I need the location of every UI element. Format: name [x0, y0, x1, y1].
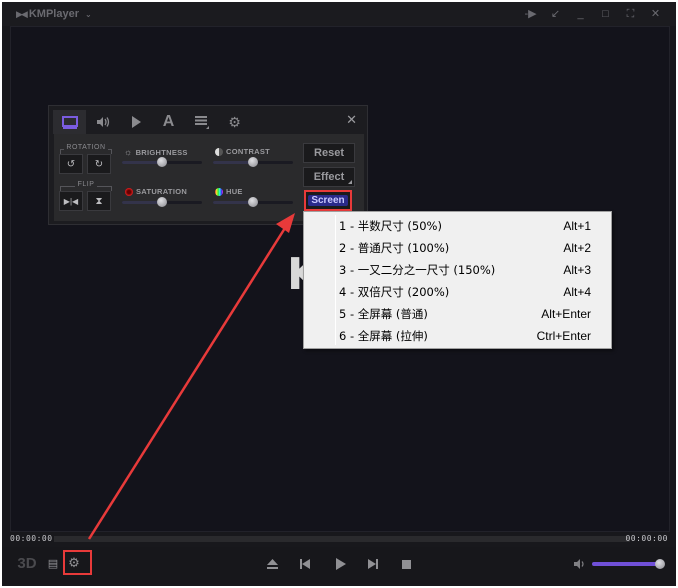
- rotate-ccw-icon: ↺: [66, 158, 76, 170]
- tab-screen[interactable]: [53, 110, 86, 134]
- total-time: 00:00:00: [625, 534, 668, 543]
- app-title: KMPlayer: [28, 8, 79, 20]
- hue-slider-fill: [213, 201, 253, 204]
- stop-button[interactable]: [398, 556, 414, 572]
- play-icon: [336, 558, 346, 570]
- saturation-slider-knob[interactable]: [157, 197, 167, 207]
- rotate-ccw-button[interactable]: ↺: [59, 154, 83, 174]
- contrast-label: CONTRAST: [215, 147, 270, 156]
- seek-row: 00:00:00 00:00:00: [2, 532, 676, 546]
- screen-button[interactable]: Screen: [304, 190, 352, 211]
- minimize-icon: _: [577, 8, 584, 20]
- title-bar[interactable]: ▶◀ KMPlayer ⌄ -▶ ↙ _ □ ⛶ ✕: [2, 2, 676, 26]
- play-button[interactable]: [332, 555, 350, 573]
- saturation-icon: [125, 187, 133, 196]
- pin-icon: -▶: [524, 8, 537, 20]
- close-icon: ✕: [650, 8, 661, 20]
- gear-icon: ⚙: [228, 113, 241, 130]
- flip-vertical-icon: ⧗: [95, 195, 103, 207]
- fullscreen-button[interactable]: ⛶: [618, 6, 643, 22]
- previous-button[interactable]: [297, 556, 313, 572]
- flip-horizontal-icon: ▶|◀: [63, 196, 79, 206]
- fullscreen-icon: ⛶: [626, 8, 635, 20]
- brightness-slider-knob[interactable]: [157, 157, 167, 167]
- maximize-icon: □: [602, 8, 609, 20]
- menu-item-fullscreen-stretch[interactable]: 6 - 全屏幕 (拉伸) Ctrl+Enter: [304, 325, 611, 347]
- volume-slider-knob[interactable]: [655, 559, 665, 569]
- seek-bar[interactable]: [54, 536, 630, 542]
- contrast-slider[interactable]: [213, 157, 293, 167]
- menu-item-double-size[interactable]: 4 - 双倍尺寸 (200%) Alt+4: [304, 281, 611, 303]
- hue-slider-knob[interactable]: [248, 197, 258, 207]
- arrow-down-left-icon: ↙: [550, 8, 561, 20]
- tab-playlist[interactable]: [185, 110, 218, 134]
- eject-button[interactable]: [264, 556, 280, 572]
- play-icon: [131, 116, 141, 128]
- tab-audio[interactable]: [86, 110, 119, 134]
- rotation-label: ROTATION: [64, 144, 108, 151]
- tab-subtitle[interactable]: A: [152, 110, 185, 134]
- panel-close-button[interactable]: ✕: [346, 112, 357, 128]
- 3d-button[interactable]: 3D: [16, 554, 38, 572]
- tab-playback[interactable]: [119, 110, 152, 134]
- flip-horizontal-button[interactable]: ▶|◀: [59, 191, 83, 211]
- next-icon: [368, 559, 378, 569]
- hue-slider[interactable]: [213, 197, 293, 207]
- eject-icon: [266, 559, 278, 569]
- rotate-cw-icon: ↻: [94, 158, 104, 170]
- menu-item-normal-size[interactable]: 2 - 普通尺寸 (100%) Alt+2: [304, 237, 611, 259]
- close-button[interactable]: ✕: [643, 6, 668, 22]
- mini-mode-button[interactable]: ↙: [543, 6, 568, 22]
- flip-vertical-button[interactable]: ⧗: [87, 191, 111, 211]
- list-icon: [194, 115, 209, 129]
- volume-slider[interactable]: [592, 562, 658, 566]
- sun-icon: ☼: [124, 147, 133, 157]
- menu-item-fullscreen-normal[interactable]: 5 - 全屏幕 (普通) Alt+Enter: [304, 303, 611, 325]
- brightness-slider[interactable]: [122, 157, 202, 167]
- volume-icon: [574, 559, 584, 569]
- contrast-slider-knob[interactable]: [248, 157, 258, 167]
- dropdown-corner-icon: [348, 180, 352, 184]
- stop-icon: [401, 559, 411, 569]
- previous-icon: [300, 559, 310, 569]
- effect-button[interactable]: Effect: [303, 167, 355, 187]
- playlist-icon: ▤: [47, 557, 59, 570]
- contrast-icon: [215, 147, 223, 156]
- saturation-slider[interactable]: [122, 197, 202, 207]
- hue-icon: [215, 187, 223, 196]
- minimize-button[interactable]: _: [568, 6, 593, 22]
- menu-item-half-size[interactable]: 1 - 半数尺寸 (50%) Alt+1: [304, 215, 611, 237]
- rotate-cw-button[interactable]: ↻: [87, 154, 111, 174]
- brightness-label: ☼ BRIGHTNESS: [124, 147, 188, 157]
- contrast-slider-fill: [213, 161, 253, 164]
- text-icon: A: [162, 113, 175, 130]
- saturation-slider-fill: [122, 201, 162, 204]
- monitor-icon: [61, 115, 78, 129]
- next-button[interactable]: [365, 556, 381, 572]
- panel-tabs: A ⚙: [53, 110, 251, 134]
- screen-size-menu: 1 - 半数尺寸 (50%) Alt+1 2 - 普通尺寸 (100%) Alt+2…: [303, 211, 612, 349]
- current-time: 00:00:00: [10, 534, 53, 543]
- saturation-label: SATURATION: [125, 187, 187, 196]
- reset-button[interactable]: Reset: [303, 143, 355, 163]
- tab-settings[interactable]: ⚙: [218, 110, 251, 134]
- mute-button[interactable]: [572, 556, 588, 572]
- close-icon: ✕: [346, 112, 357, 127]
- hue-label: HUE: [215, 187, 243, 196]
- chevron-down-icon: ⌄: [84, 9, 92, 19]
- kmplayer-logo-icon: ▶◀: [16, 8, 28, 19]
- pin-button[interactable]: -▶: [518, 6, 543, 22]
- highlight-box: [63, 550, 92, 575]
- brightness-slider-fill: [122, 161, 162, 164]
- flip-label: FLIP: [74, 181, 98, 188]
- maximize-button[interactable]: □: [593, 6, 618, 22]
- playlist-button[interactable]: ▤: [45, 555, 61, 571]
- app-menu[interactable]: ▶◀ KMPlayer ⌄: [16, 8, 92, 20]
- menu-item-one-and-half-size[interactable]: 3 - 一又二分之一尺寸 (150%) Alt+3: [304, 259, 611, 281]
- speaker-icon: [96, 117, 109, 127]
